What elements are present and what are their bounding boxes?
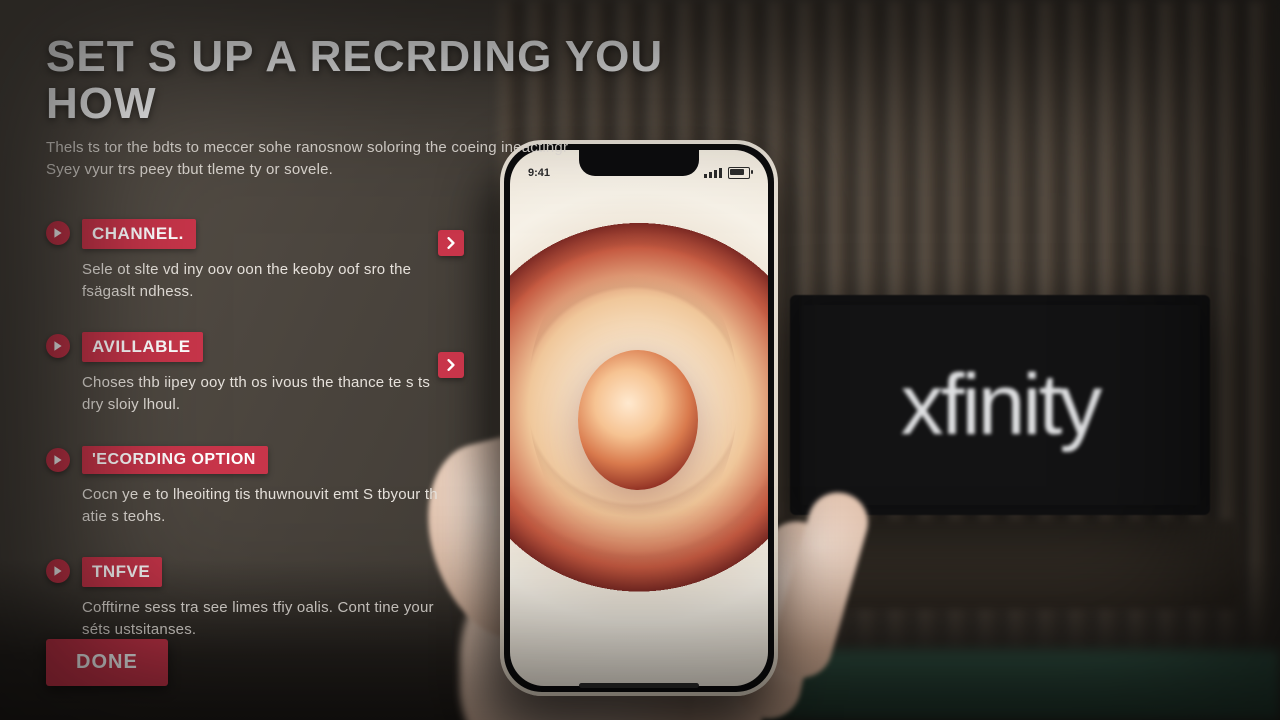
step-label: AVILLABLE <box>82 332 203 362</box>
step-recording-option: 'ECORDING OPTION Cocn ye e to lheoiting … <box>46 446 446 528</box>
arrow-icon <box>46 559 70 583</box>
step-desc: Cocn ye e to lheoiting tis thuwnouvit em… <box>82 484 446 528</box>
phone-time: 9:41 <box>528 167 550 179</box>
step-channel: CHANNEL. Sele ot slte vd iny oov oon the… <box>46 219 446 303</box>
step-desc: Choses thb iipey ooy tth os ivous the th… <box>82 372 446 416</box>
step-desc: Sele ot slte vd iny oov oon the keoby oo… <box>82 259 446 303</box>
step-label: CHANNEL. <box>82 219 196 249</box>
chevron-right-icon[interactable] <box>438 230 464 256</box>
content-column: SET S UP A RECRDING YOU HOW Thels ts tor… <box>46 34 686 671</box>
step-label: 'ECORDING OPTION <box>82 446 268 474</box>
arrow-icon <box>46 448 70 472</box>
step-desc: Cofftirne sess tra see limes tfiy oalis.… <box>82 597 446 641</box>
promo-slide: xfinity 9:41 SET S UP A RECRDING YOU HOW… <box>0 0 1280 720</box>
step-label: TNFVE <box>82 557 162 587</box>
arrow-icon <box>46 334 70 358</box>
tv-screen: xfinity <box>800 305 1200 505</box>
done-button[interactable]: DONE <box>46 639 168 686</box>
step-available: AVILLABLE Choses thb iipey ooy tth os iv… <box>46 332 446 416</box>
brand-logo: xfinity <box>901 362 1100 448</box>
signal-icon <box>704 168 722 178</box>
phone-notch <box>579 150 699 176</box>
chevron-right-icon[interactable] <box>438 352 464 378</box>
step-tnfve: TNFVE Cofftirne sess tra see limes tfiy … <box>46 557 446 641</box>
home-indicator <box>579 683 699 688</box>
page-title: SET S UP A RECRDING YOU HOW <box>46 34 686 127</box>
arrow-icon <box>46 221 70 245</box>
page-subtitle: Thels ts tor the bdts to meccer sohe ran… <box>46 137 606 181</box>
battery-icon <box>728 167 750 179</box>
